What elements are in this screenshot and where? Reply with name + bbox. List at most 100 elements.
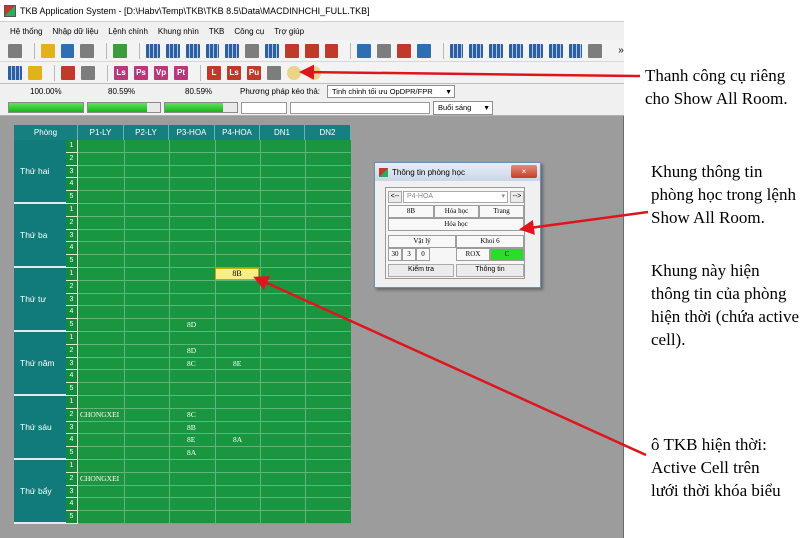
period-number: 4 xyxy=(66,242,78,256)
pt-tool-icon[interactable]: Pt xyxy=(174,65,188,80)
tools-icon[interactable] xyxy=(113,43,128,58)
grid-view-icon[interactable] xyxy=(265,43,279,58)
room-select[interactable]: P4-HOA ▾ xyxy=(403,191,508,203)
menu-tkb[interactable]: TKB xyxy=(209,27,225,36)
table-cross-icon[interactable] xyxy=(588,43,603,58)
menu-cong-cu[interactable]: Công cụ xyxy=(234,27,264,36)
column-divider xyxy=(305,140,306,523)
timetable-cell[interactable]: 8A xyxy=(233,434,242,446)
timetable-cell[interactable]: 8E xyxy=(233,358,241,370)
room-grid-icon[interactable] xyxy=(8,65,22,80)
period-number: 4 xyxy=(66,434,78,448)
close-button[interactable]: × xyxy=(511,165,537,178)
timetable-cell[interactable]: 8D xyxy=(187,319,196,331)
pu-tool-icon[interactable]: Pu xyxy=(247,65,261,80)
dialog-annotation-2: Khung này hiện thông tin của phòng hiện … xyxy=(651,261,800,349)
print-icon[interactable] xyxy=(80,43,95,58)
redo-icon[interactable] xyxy=(377,43,392,58)
page-cell: Trang xyxy=(479,205,524,218)
week-view-icon[interactable] xyxy=(225,43,240,58)
open-folder-icon[interactable] xyxy=(40,43,55,58)
column-divider xyxy=(169,140,170,523)
table-sort-icon[interactable] xyxy=(528,43,543,58)
column-header[interactable]: DN1 xyxy=(260,125,305,140)
info-button[interactable]: Thông tin xyxy=(456,264,524,277)
grade-cell: Khoi 6 xyxy=(456,235,524,248)
table-icon[interactable] xyxy=(449,43,464,58)
l-tool-icon[interactable]: L xyxy=(207,65,221,80)
timetable-view-icon[interactable] xyxy=(146,43,160,58)
table-split-icon[interactable] xyxy=(469,43,484,58)
column-header[interactable]: P3-HOA xyxy=(169,125,215,140)
timetable-cell[interactable]: 8D xyxy=(187,345,196,357)
menu-he-thong[interactable]: Hệ thống xyxy=(10,27,42,36)
menu-lenh-chinh[interactable]: Lệnh chính xyxy=(108,27,148,36)
show-all-room-toolbar: Ls Ps Vp Pt L Ls Pu xyxy=(0,62,624,84)
progress-percent-2: 80.59% xyxy=(108,86,136,96)
check-button[interactable]: Kiểm tra xyxy=(388,264,454,277)
progress-percent-1: 100.00% xyxy=(30,86,62,96)
room-list-icon[interactable] xyxy=(61,65,75,80)
toolbar-separator xyxy=(54,64,55,81)
period-number: 5 xyxy=(66,255,78,268)
timetable-cell[interactable]: 8A xyxy=(187,447,196,459)
period-number: 3 xyxy=(66,485,78,499)
room-table-icon[interactable] xyxy=(267,65,281,80)
menu-nhap-du-lieu[interactable]: Nhập dữ liệu xyxy=(52,27,98,36)
class-view-icon[interactable] xyxy=(165,43,180,58)
prev-room-button[interactable]: <-- xyxy=(388,191,402,203)
column-divider xyxy=(260,140,261,523)
table-check-icon[interactable] xyxy=(548,43,563,58)
ls-edit-icon[interactable]: Ls xyxy=(227,65,241,80)
period-number: 4 xyxy=(66,498,78,512)
timetable-cell[interactable]: 8C xyxy=(187,409,196,421)
edit-all-icon[interactable] xyxy=(324,43,339,58)
progress-bar-3 xyxy=(164,102,238,113)
toolbar-separator xyxy=(442,42,444,59)
timetable-cell[interactable]: 8E xyxy=(187,434,195,446)
session-select[interactable]: Buổi sáng ▼ xyxy=(433,101,493,115)
column-divider xyxy=(124,140,125,523)
vp-tool-icon[interactable]: Vp xyxy=(154,65,168,80)
room-view-icon[interactable] xyxy=(205,43,220,58)
stack-icon[interactable] xyxy=(416,43,431,58)
timetable-cell[interactable]: CHONGXEI xyxy=(80,409,119,421)
edit-icon[interactable] xyxy=(304,43,319,58)
room-chart-icon[interactable] xyxy=(28,65,42,80)
table-color-icon[interactable] xyxy=(509,43,523,58)
timetable-cell[interactable]: 8C xyxy=(187,358,196,370)
properties-icon[interactable] xyxy=(8,43,22,58)
menu-khung-nhin[interactable]: Khung nhìn xyxy=(158,27,199,36)
zoom-in-icon[interactable] xyxy=(287,65,301,80)
teacher-view-icon[interactable] xyxy=(185,43,200,58)
list-view-icon[interactable] xyxy=(245,43,260,58)
column-header[interactable]: DN2 xyxy=(305,125,351,140)
window-title: TKB Application System - [D:\Habv\Temp\T… xyxy=(20,5,370,16)
column-header[interactable]: P2-LY xyxy=(124,125,169,140)
timetable-cell[interactable]: 8B xyxy=(187,422,196,434)
chevron-down-icon: ▾ xyxy=(501,193,505,200)
zoom-find-icon[interactable] xyxy=(307,65,321,80)
room-search-icon[interactable] xyxy=(81,65,95,80)
save-icon[interactable] xyxy=(60,43,75,58)
ps-tool-icon[interactable]: Ps xyxy=(134,65,148,80)
ls-tool-icon[interactable]: Ls xyxy=(114,65,128,80)
column-header[interactable]: P4-HOA xyxy=(215,125,260,140)
subject-group-cell: Vật lý xyxy=(388,235,456,248)
table-mark-icon[interactable] xyxy=(568,43,583,58)
menu-tro-giup[interactable]: Trợ giúp xyxy=(274,27,304,36)
fast-forward-icon[interactable] xyxy=(397,43,411,58)
status-field-2 xyxy=(290,102,430,114)
column-header[interactable]: P1-LY xyxy=(78,125,124,140)
undo-icon[interactable] xyxy=(357,43,372,58)
method-select[interactable]: Tinh chỉnh tối ưu OpDPR/FPR ▼ xyxy=(327,85,455,98)
period-number: 2 xyxy=(66,408,78,422)
calendar-icon[interactable] xyxy=(284,43,299,58)
active-cell[interactable]: 8B xyxy=(215,268,259,280)
timetable-cell[interactable]: CHONGXEI xyxy=(80,473,119,485)
table-merge-icon[interactable] xyxy=(489,43,504,58)
toolbar-overflow-icon[interactable]: » xyxy=(618,45,624,56)
next-room-button[interactable]: --> xyxy=(510,191,524,203)
method-select-value: Tinh chỉnh tối ưu OpDPR/FPR xyxy=(332,87,433,96)
progress-bar-1 xyxy=(8,102,84,113)
